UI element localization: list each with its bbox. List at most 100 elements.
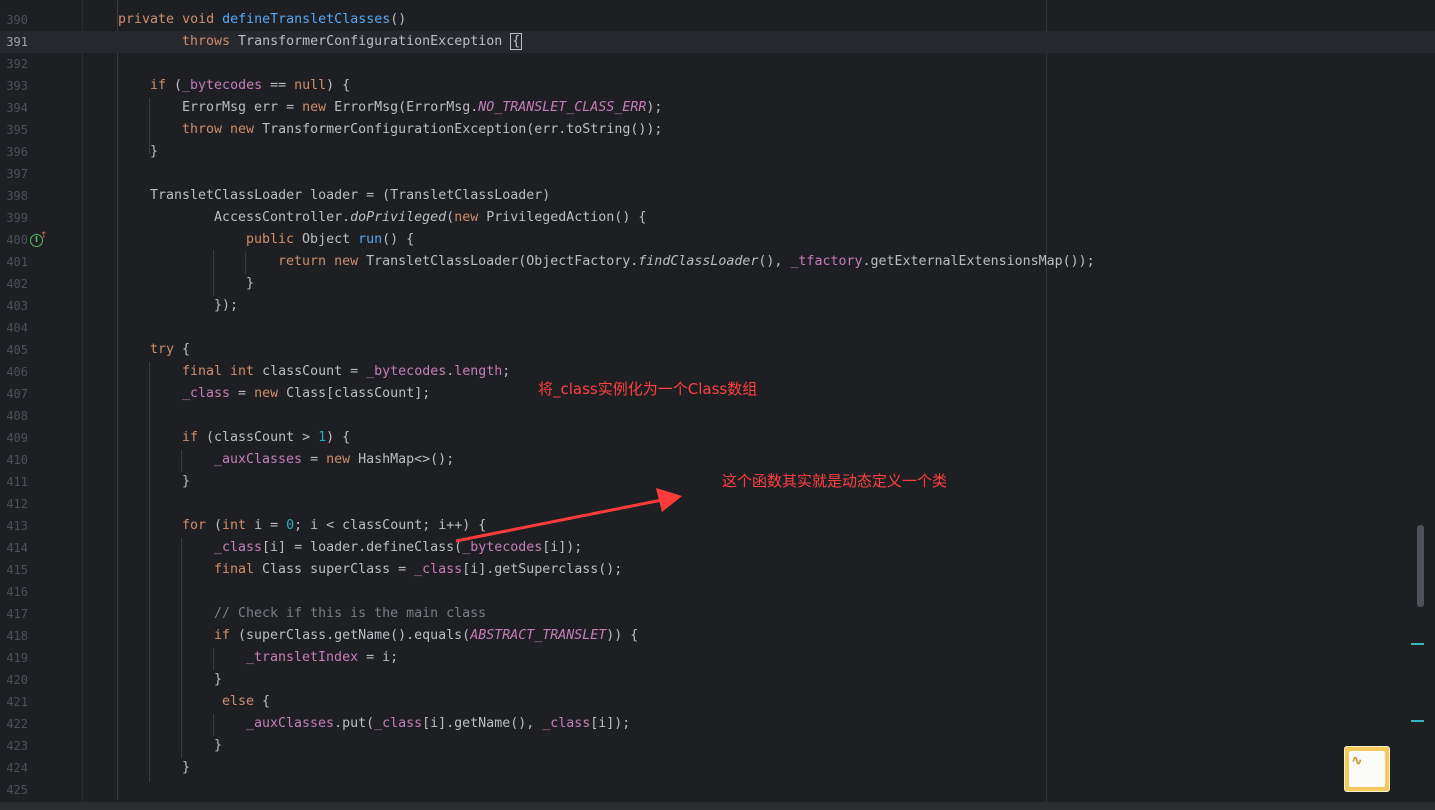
code-line[interactable]: 399 AccessController.doPrivileged(new Pri… [0,207,1435,229]
line-number: 413 [6,519,28,533]
code-line[interactable]: 398 TransletClassLoader loader = (Transle… [0,185,1435,207]
code-line[interactable]: 415 final Class superClass = _class[i].ge… [0,559,1435,581]
arrow-up-icon: ↑ [40,231,48,241]
code-text[interactable]: } [182,757,190,779]
line-number: 407 [6,387,28,401]
code-text[interactable]: _auxClasses = new HashMap<>(); [214,449,454,471]
code-text[interactable]: AccessController.doPrivileged(new Privil… [214,207,646,229]
code-text[interactable]: if (superClass.getName().equals(ABSTRACT… [214,625,638,647]
code-line[interactable]: 405 try { [0,339,1435,361]
line-number: 415 [6,563,28,577]
code-text[interactable]: _auxClasses.put(_class[i].getName(), _cl… [246,713,630,735]
code-line[interactable]: 411} [0,471,1435,493]
line-number: 422 [6,717,28,731]
code-line[interactable]: 391 throws TransformerConfigurationExcept… [0,31,1435,53]
code-line[interactable]: 419 _transletIndex = i; [0,647,1435,669]
line-number: 402 [6,277,28,291]
line-number: 423 [6,739,28,753]
logo-glyph-icon: ∿ [1351,753,1363,769]
code-text[interactable]: for (int i = 0; i < classCount; i++) { [182,515,486,537]
line-number: 412 [6,497,28,511]
line-number: 400 [6,233,28,247]
annotation-note-define-class: 这个函数其实就是动态定义一个类 [722,472,948,490]
vertical-scrollbar-thumb[interactable] [1417,525,1424,607]
code-text[interactable]: _class[i] = loader.defineClass(_bytecode… [214,537,582,559]
line-number: 394 [6,101,28,115]
code-text[interactable]: _class = new Class[classCount]; [182,383,430,405]
bottom-scrollbar[interactable] [0,802,1435,810]
line-number: 419 [6,651,28,665]
code-text[interactable]: private void defineTransletClasses() [118,9,406,31]
code-line[interactable]: 423} [0,735,1435,757]
line-number: 418 [6,629,28,643]
code-line[interactable]: 421 else { [0,691,1435,713]
code-line[interactable]: 418 if (superClass.getName().equals(ABSTR… [0,625,1435,647]
code-text[interactable]: try { [150,339,190,361]
code-line[interactable]: 410 _auxClasses = new HashMap<>(); [0,449,1435,471]
code-text[interactable]: if (classCount > 1) { [182,427,350,449]
code-text[interactable]: final int classCount = _bytecodes.length… [182,361,510,383]
line-number: 408 [6,409,28,423]
code-text[interactable]: // Check if this is the main class [214,603,486,625]
line-number: 416 [6,585,28,599]
code-text[interactable]: _transletIndex = i; [246,647,398,669]
code-text[interactable]: throws TransformerConfigurationException… [182,31,523,53]
code-line[interactable]: 420} [0,669,1435,691]
code-text[interactable]: TransletClassLoader loader = (TransletCl… [150,185,550,207]
code-line[interactable]: 396} [0,141,1435,163]
code-editor[interactable]: 390 private void defineTransletClasses() 3… [0,0,1435,810]
code-line[interactable]: 412 [0,493,1435,515]
code-line[interactable]: 397 [0,163,1435,185]
line-number: 396 [6,145,28,159]
code-line[interactable]: 394 ErrorMsg err = new ErrorMsg(ErrorMsg.… [0,97,1435,119]
code-line[interactable]: 417 // Check if this is the main class [0,603,1435,625]
code-line[interactable]: 424} [0,757,1435,779]
code-line[interactable]: 400 public Object run() { [0,229,1435,251]
scroll-marker[interactable] [1411,643,1424,645]
code-text[interactable]: } [214,735,222,757]
line-number: 411 [6,475,28,489]
line-number: 406 [6,365,28,379]
code-text[interactable]: public Object run() { [246,229,414,251]
code-line[interactable]: 402} [0,273,1435,295]
line-number: 401 [6,255,28,269]
line-number: 420 [6,673,28,687]
code-text[interactable]: } [182,471,190,493]
line-number: 404 [6,321,28,335]
code-line[interactable]: 393 if (_bytecodes == null) { [0,75,1435,97]
code-text[interactable]: final Class superClass = _class[i].getSu… [214,559,622,581]
line-number: 397 [6,167,28,181]
code-line[interactable]: 395 throw new TransformerConfigurationExc… [0,119,1435,141]
line-number: 399 [6,211,28,225]
code-text[interactable]: }); [214,295,238,317]
annotation-note-instantiate: 将_class实例化为一个Class数组 [538,380,758,398]
code-line[interactable]: 408 [0,405,1435,427]
line-number: 421 [6,695,28,709]
code-line[interactable]: 392 [0,53,1435,75]
line-number: 414 [6,541,28,555]
code-text[interactable]: return new TransletClassLoader(ObjectFac… [278,251,1095,273]
code-line[interactable]: 414 _class[i] = loader.defineClass(_bytec… [0,537,1435,559]
code-line[interactable]: 404 [0,317,1435,339]
code-text[interactable]: } [150,141,158,163]
code-line[interactable]: 416 [0,581,1435,603]
line-number: 405 [6,343,28,357]
code-line[interactable]: 413 for (int i = 0; i < classCount; i++) … [0,515,1435,537]
line-number: 391 [6,35,28,49]
line-number: 393 [6,79,28,93]
code-text[interactable]: if (_bytecodes == null) { [150,75,350,97]
code-text[interactable]: } [246,273,254,295]
line-number: 395 [6,123,28,137]
code-line[interactable]: 409 if (classCount > 1) { [0,427,1435,449]
scroll-marker[interactable] [1411,720,1424,722]
code-line[interactable]: 422 _auxClasses.put(_class[i].getName(), … [0,713,1435,735]
code-text[interactable]: throw new TransformerConfigurationExcept… [182,119,662,141]
code-line[interactable]: 403}); [0,295,1435,317]
code-text[interactable]: ErrorMsg err = new ErrorMsg(ErrorMsg.NO_… [182,97,662,119]
line-number: 390 [6,13,28,27]
code-line[interactable]: 401 return new TransletClassLoader(Object… [0,251,1435,273]
code-text[interactable]: else { [222,691,270,713]
code-line[interactable]: 390 private void defineTransletClasses() [0,9,1435,31]
code-text[interactable]: } [214,669,222,691]
code-line[interactable]: 425 [0,779,1435,801]
